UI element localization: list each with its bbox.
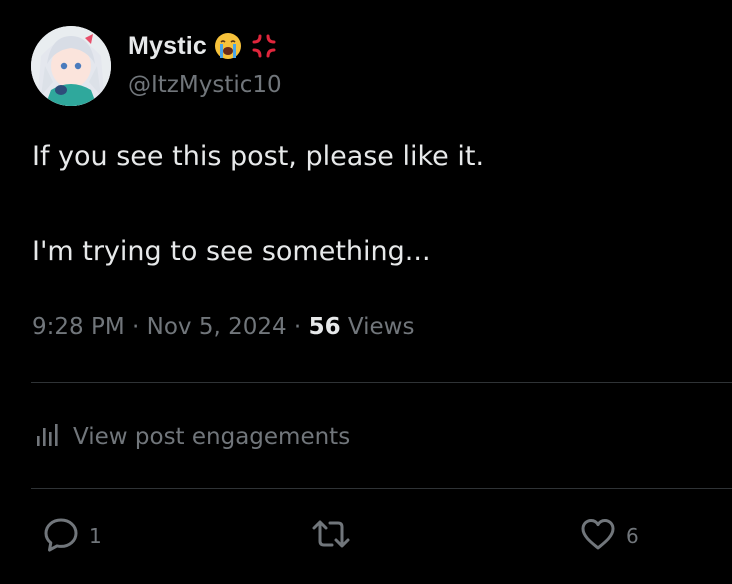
avatar-image: [31, 26, 111, 106]
post-date[interactable]: Nov 5, 2024: [147, 314, 287, 340]
like-button[interactable]: 6: [578, 516, 639, 556]
reply-count: 1: [89, 524, 102, 548]
repost-button[interactable]: [310, 516, 360, 556]
anger-symbol-icon: [249, 31, 279, 61]
meta-separator: ·: [124, 314, 147, 340]
repost-icon: [310, 514, 352, 558]
loudly-crying-face-icon: [213, 31, 243, 61]
view-engagements-label: View post engagements: [73, 424, 351, 450]
post-meta: 9:28 PM · Nov 5, 2024 · 56 Views: [32, 314, 414, 340]
views-label: Views: [340, 314, 415, 340]
author-display-name[interactable]: Mystic: [128, 30, 279, 62]
like-count: 6: [626, 524, 639, 548]
avatar[interactable]: [31, 26, 111, 106]
meta-separator: ·: [286, 314, 309, 340]
post-text-line-2: I'm trying to see something...: [32, 236, 431, 267]
analytics-bars-icon: [33, 420, 63, 454]
divider: [31, 382, 732, 383]
post-text-line-1: If you see this post, please like it.: [32, 141, 485, 172]
divider: [31, 488, 732, 489]
view-engagements-button[interactable]: View post engagements: [33, 419, 350, 455]
reply-button[interactable]: 1: [41, 516, 102, 556]
heart-icon: [578, 514, 618, 558]
author-name[interactable]: Mystic: [128, 32, 207, 61]
reply-icon: [41, 514, 81, 558]
author-handle[interactable]: @ItzMystic10: [128, 72, 282, 98]
post-time[interactable]: 9:28 PM: [32, 314, 125, 340]
views-count: 56: [308, 314, 341, 340]
